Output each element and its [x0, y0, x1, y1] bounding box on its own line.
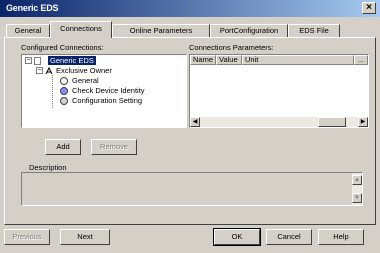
vertical-scrollbar[interactable]: ▲ ▼: [352, 173, 362, 205]
tab-strip: General Connections Online Parameters Po…: [4, 20, 376, 38]
scroll-thumb[interactable]: [318, 117, 346, 127]
cancel-button[interactable]: Cancel: [266, 229, 312, 245]
scroll-right-icon[interactable]: ▶: [358, 117, 368, 127]
connections-parameters-label: Connections Parameters:: [189, 43, 274, 52]
previous-button[interactable]: Previous: [4, 229, 50, 245]
close-icon[interactable]: ×: [362, 2, 376, 14]
tab-port-configuration[interactable]: PortConfiguration: [210, 24, 288, 38]
column-header-value[interactable]: Value: [216, 55, 242, 65]
tab-connections[interactable]: Connections: [50, 21, 112, 38]
tree-root-item[interactable]: Generic EDS: [48, 56, 96, 66]
tab-general[interactable]: General: [6, 24, 50, 38]
tree-exclusive-owner[interactable]: Exclusive Owner: [56, 66, 112, 76]
horizontal-scrollbar[interactable]: ◀ ▶: [190, 117, 368, 127]
column-header-unit[interactable]: Unit: [242, 55, 354, 65]
minus-expander-icon[interactable]: −: [25, 57, 32, 64]
column-header-name[interactable]: Name: [190, 55, 216, 65]
tree-root-label: Generic EDS: [48, 56, 96, 65]
configured-connections-label: Configured Connections:: [21, 43, 104, 52]
connection-icon: [45, 66, 53, 75]
config-node-icon: [60, 97, 68, 105]
general-node-icon: [60, 77, 68, 85]
connections-tree[interactable]: − Generic EDS − Exclusive Owner General …: [21, 54, 187, 128]
next-button[interactable]: Next: [60, 229, 110, 245]
more-button[interactable]: ...: [354, 55, 368, 65]
add-button[interactable]: Add: [45, 139, 81, 155]
tab-online-parameters[interactable]: Online Parameters: [112, 24, 210, 38]
scroll-down-icon[interactable]: ▼: [352, 193, 362, 203]
scroll-up-icon[interactable]: ▲: [352, 175, 362, 185]
tree-item-check-device-identity[interactable]: Check Device Identity: [72, 86, 145, 96]
tree-item-configuration-setting[interactable]: Configuration Setting: [72, 96, 142, 106]
remove-button[interactable]: Remove: [91, 139, 137, 155]
description-box: ▲ ▼: [21, 172, 363, 206]
parameters-grid[interactable]: Name Value Unit ... ◀ ▶: [189, 54, 369, 128]
tree-item-general[interactable]: General: [72, 76, 99, 86]
title-bar: Generic EDS ×: [0, 0, 380, 17]
tab-eds-file[interactable]: EDS File: [288, 24, 340, 38]
connections-panel: Configured Connections: Connections Para…: [4, 37, 376, 225]
identity-node-icon: [60, 87, 68, 95]
description-label: Description: [29, 163, 67, 172]
device-icon: [34, 57, 41, 65]
scroll-left-icon[interactable]: ◀: [190, 117, 200, 127]
window-title: Generic EDS: [6, 3, 59, 13]
minus-expander-icon[interactable]: −: [36, 67, 43, 74]
tree-line: [52, 75, 53, 108]
help-button[interactable]: Help: [318, 229, 364, 245]
ok-button[interactable]: OK: [213, 228, 261, 246]
